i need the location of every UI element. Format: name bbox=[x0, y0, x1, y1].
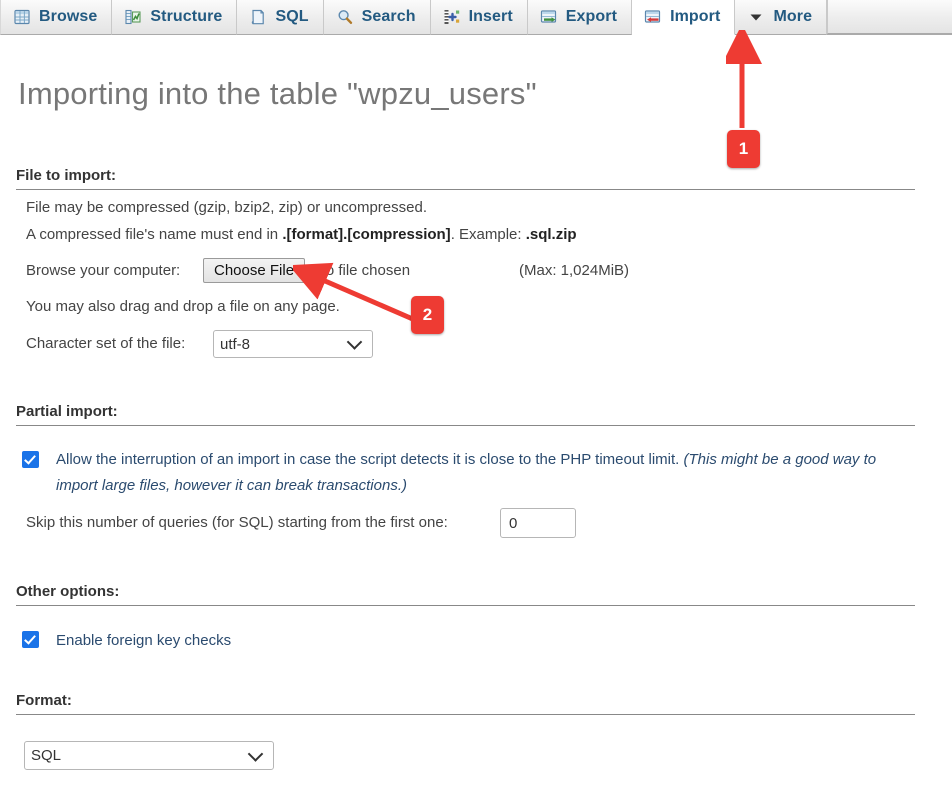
tab-insert-label: Insert bbox=[468, 8, 513, 25]
skip-queries-label: Skip this number of queries (for SQL) st… bbox=[26, 514, 448, 531]
tab-search[interactable]: Search bbox=[323, 0, 431, 35]
tab-structure[interactable]: Structure bbox=[112, 0, 238, 35]
drag-drop-hint: You may also drag and drop a file on any… bbox=[26, 298, 340, 315]
tab-import[interactable]: Import bbox=[632, 0, 736, 35]
foreign-key-checks-checkbox[interactable] bbox=[22, 631, 39, 648]
no-file-chosen-text: No file chosen bbox=[315, 262, 411, 279]
max-upload-size: (Max: 1,024MiB) bbox=[519, 262, 630, 279]
main-tabbar: Browse Structure SQL Search Insert Expor… bbox=[0, 0, 952, 35]
allow-interruption-text: Allow the interruption of an import in c… bbox=[56, 451, 680, 468]
export-arrow-icon bbox=[540, 8, 558, 26]
browse-computer-label: Browse your computer: bbox=[26, 262, 181, 279]
structure-icon bbox=[124, 8, 142, 26]
line2-mid: . Example: bbox=[450, 226, 526, 243]
skip-queries-input[interactable] bbox=[500, 508, 576, 538]
table-grid-icon bbox=[13, 8, 31, 26]
line2-format-token: .[format].[compression] bbox=[282, 226, 451, 243]
compression-info-line1: File may be compressed (gzip, bzip2, zip… bbox=[26, 199, 428, 216]
section-heading-partial-import: Partial import: bbox=[16, 403, 915, 426]
tab-sql[interactable]: SQL bbox=[237, 0, 324, 35]
section-heading-file-to-import: File to import: bbox=[16, 167, 915, 190]
charset-select-wrapper: utf-8 bbox=[213, 330, 373, 358]
format-select-wrapper: SQL bbox=[24, 741, 274, 770]
choose-file-button[interactable]: Choose File bbox=[203, 258, 306, 283]
allow-interruption-label: Allow the interruption of an import in c… bbox=[56, 447, 912, 499]
foreign-key-checks-label: Enable foreign key checks bbox=[56, 632, 232, 649]
tab-browse-label: Browse bbox=[39, 8, 98, 25]
tab-structure-label: Structure bbox=[150, 8, 223, 25]
tab-more-label: More bbox=[773, 8, 813, 25]
annotation-badge-2: 2 bbox=[411, 296, 444, 334]
section-heading-other-options: Other options: bbox=[16, 583, 915, 606]
compression-info-line2: A compressed file's name must end in .[f… bbox=[26, 226, 577, 243]
charset-select[interactable]: utf-8 bbox=[213, 330, 373, 358]
tab-search-label: Search bbox=[361, 8, 416, 25]
tab-import-label: Import bbox=[670, 8, 721, 25]
tab-insert[interactable]: Insert bbox=[430, 0, 528, 35]
magnifier-icon bbox=[336, 8, 354, 26]
tabbar-filler bbox=[827, 0, 952, 34]
document-sql-icon bbox=[249, 8, 267, 26]
import-arrow-icon bbox=[644, 8, 662, 26]
annotation-badge-1: 1 bbox=[727, 130, 760, 168]
tab-export-label: Export bbox=[565, 8, 618, 25]
annotation-arrow-1 bbox=[726, 30, 762, 128]
line2-prefix: A compressed file's name must end in bbox=[26, 226, 283, 243]
tab-sql-label: SQL bbox=[275, 8, 309, 25]
allow-interruption-checkbox[interactable] bbox=[22, 451, 39, 468]
section-heading-format: Format: bbox=[16, 692, 915, 715]
insert-row-icon bbox=[443, 8, 461, 26]
chevron-down-icon bbox=[747, 8, 765, 26]
charset-label: Character set of the file: bbox=[26, 335, 186, 352]
format-select[interactable]: SQL bbox=[24, 741, 274, 770]
tab-more[interactable]: More bbox=[735, 0, 828, 35]
tab-browse[interactable]: Browse bbox=[0, 0, 113, 35]
tab-export[interactable]: Export bbox=[527, 0, 633, 35]
line2-example-token: .sql.zip bbox=[525, 226, 577, 243]
page-title: Importing into the table "wpzu_users" bbox=[18, 76, 537, 111]
